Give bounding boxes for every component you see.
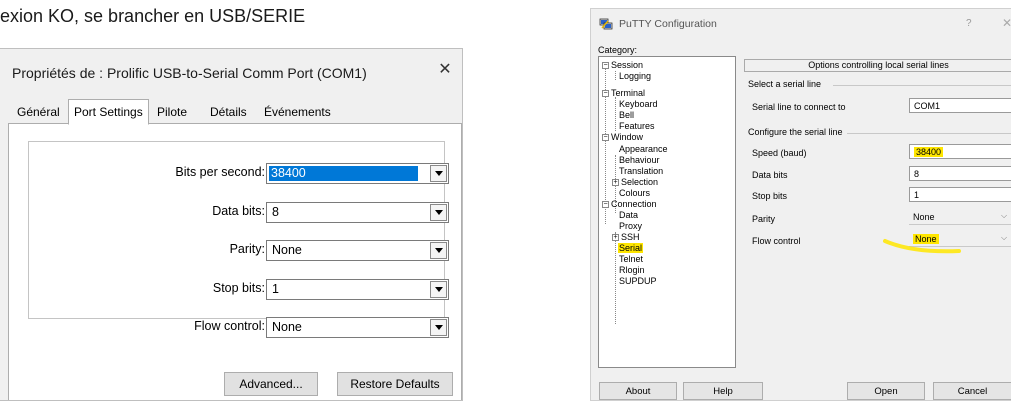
tree-item-connection[interactable]: Connection [611, 199, 657, 209]
expander-icon[interactable]: − [602, 62, 609, 69]
parity-value: None [272, 243, 302, 257]
parity-value: None [913, 212, 935, 222]
close-icon[interactable]: ✕ [436, 59, 454, 79]
panel-title: Options controlling local serial lines [744, 59, 1011, 72]
section-configure-serial-line: Configure the serial line [748, 127, 843, 137]
flow-control-label: Flow control [752, 236, 801, 246]
flow-control-label: Flow control: [194, 319, 265, 333]
chevron-down-icon[interactable]: ⌵ [1001, 233, 1007, 243]
expander-icon[interactable]: − [602, 201, 609, 208]
data-bits-label: Data bits [752, 170, 788, 180]
speed-label: Speed (baud) [752, 148, 807, 158]
chevron-down-icon[interactable] [430, 242, 447, 259]
chevron-down-icon[interactable] [430, 165, 447, 182]
flow-control-select[interactable]: None [266, 317, 449, 338]
section-divider [847, 133, 1011, 134]
tree-item-proxy[interactable]: Proxy [619, 221, 642, 231]
serial-line-label: Serial line to connect to [752, 102, 846, 112]
stop-bits-label: Stop bits [752, 191, 788, 201]
tree-item-translation[interactable]: Translation [619, 166, 663, 176]
dialog-title: Propriétés de : Prolific USB-to-Serial C… [12, 65, 367, 81]
section-select-serial-line: Select a serial line [748, 79, 822, 89]
expander-icon[interactable]: − [602, 134, 609, 141]
tree-item-serial[interactable]: Serial [618, 243, 644, 253]
tree-item-selection[interactable]: Selection [621, 177, 658, 187]
serial-line-value: COM1 [914, 101, 941, 111]
restore-defaults-button[interactable]: Restore Defaults [337, 372, 453, 396]
tree-item-data[interactable]: Data [619, 210, 638, 220]
help-button[interactable]: Help [683, 382, 763, 400]
tree-item-keyboard[interactable]: Keyboard [619, 99, 658, 109]
advanced-button[interactable]: Advanced... [224, 372, 318, 396]
parity-label: Parity [752, 214, 776, 224]
caption-text: exion KO, se brancher en USB/SERIE [0, 6, 306, 26]
expander-icon[interactable]: − [602, 90, 609, 97]
data-bits-value: 8 [914, 169, 920, 179]
port-settings-panel: Bits per second: 38400 Data bits: 8 Pari… [8, 123, 462, 400]
putty-window-title: PuTTY Configuration [619, 18, 717, 30]
bits-per-second-select[interactable]: 38400 [266, 163, 449, 184]
tree-item-bell[interactable]: Bell [619, 110, 634, 120]
data-bits-value: 8 [272, 205, 279, 219]
stop-bits-input[interactable]: 1 [909, 187, 1011, 202]
settings-groupbox: Bits per second: 38400 Data bits: 8 Pari… [28, 141, 449, 338]
tree-item-appearance[interactable]: Appearance [619, 144, 668, 154]
tab-details[interactable]: Détails [205, 102, 252, 122]
stop-bits-value: 1 [272, 282, 279, 296]
data-bits-label: Data bits: [212, 204, 265, 218]
stop-bits-label: Stop bits: [212, 281, 265, 295]
tab-port-settings[interactable]: Port Settings [68, 99, 149, 125]
expander-icon[interactable]: + [612, 179, 619, 186]
tree-item-ssh[interactable]: SSH [621, 232, 640, 242]
help-icon[interactable]: ? [966, 18, 972, 29]
cancel-button[interactable]: Cancel [933, 382, 1011, 400]
tab-pilote[interactable]: Pilote [152, 102, 192, 122]
open-button[interactable]: Open [847, 382, 925, 400]
tree-item-colours[interactable]: Colours [619, 188, 650, 198]
about-button[interactable]: About [599, 382, 677, 400]
section-divider [833, 85, 1011, 86]
bits-per-second-label: Bits per second: [175, 165, 265, 179]
chevron-down-icon[interactable]: ⌵ [1001, 211, 1007, 221]
chevron-down-icon[interactable] [430, 281, 447, 298]
data-bits-select[interactable]: 8 [266, 202, 449, 223]
data-bits-input[interactable]: 8 [909, 166, 1011, 181]
tree-item-supdup[interactable]: SUPDUP [619, 276, 657, 286]
chevron-down-icon[interactable] [430, 319, 447, 336]
category-label: Category: [598, 45, 638, 55]
tree-item-behaviour[interactable]: Behaviour [619, 155, 660, 165]
parity-label: Parity: [229, 242, 265, 256]
tree-item-features[interactable]: Features [619, 121, 655, 131]
category-tree[interactable]: − Session Logging − Terminal Keyboard Be… [598, 56, 736, 368]
com-port-properties-dialog: Propriétés de : Prolific USB-to-Serial C… [0, 48, 463, 401]
putty-app-icon [599, 18, 613, 30]
speed-input[interactable]: 38400 [909, 144, 1011, 159]
stop-bits-select[interactable]: 1 [266, 279, 449, 300]
close-icon[interactable]: ✕ [1002, 16, 1011, 30]
tree-item-telnet[interactable]: Telnet [619, 254, 643, 264]
bits-per-second-value: 38400 [269, 166, 418, 181]
stop-bits-value: 1 [914, 190, 920, 200]
tree-line [615, 97, 616, 131]
chevron-down-icon[interactable] [430, 204, 447, 221]
flow-control-value: None [272, 320, 302, 334]
tree-item-logging[interactable]: Logging [619, 71, 651, 81]
tree-line [605, 64, 606, 224]
parity-select[interactable]: None [266, 240, 449, 261]
tab-evenements[interactable]: Événements [259, 102, 336, 122]
tree-item-session[interactable]: Session [611, 60, 643, 70]
tree-line [615, 71, 616, 80]
serial-line-input[interactable]: COM1 [909, 98, 1011, 113]
tree-item-terminal[interactable]: Terminal [611, 88, 645, 98]
putty-configuration-dialog: PuTTY Configuration ? ✕ Category: − Sess… [590, 8, 1011, 401]
tree-line [615, 232, 616, 324]
tree-item-window[interactable]: Window [611, 132, 643, 142]
speed-value: 38400 [914, 147, 944, 157]
expander-icon[interactable]: + [612, 234, 619, 241]
yellow-highlight-stroke [883, 239, 961, 254]
tab-general[interactable]: Général [12, 102, 65, 122]
tree-item-rlogin[interactable]: Rlogin [619, 265, 645, 275]
parity-select[interactable]: None ⌵ [909, 210, 1011, 225]
